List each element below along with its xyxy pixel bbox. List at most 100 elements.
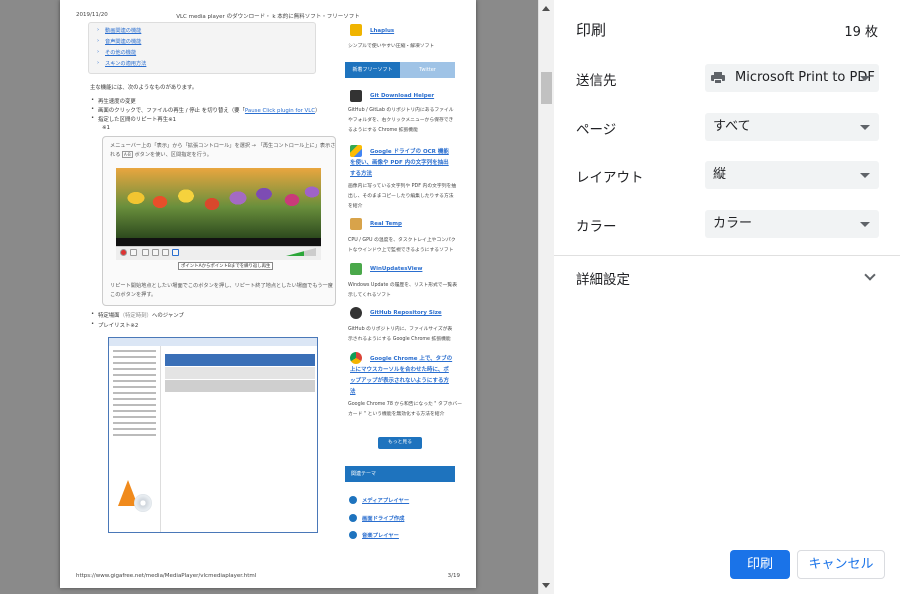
toc-item: その他の機能 <box>97 49 136 56</box>
page-title: 印刷 <box>576 21 607 39</box>
sidebar-desc: 出し、そのままコピーしたり編集したりする方法 <box>348 194 454 199</box>
winupdatesview-icon <box>350 263 362 275</box>
scroll-down-icon[interactable] <box>542 583 550 588</box>
vlc-screenshot-image <box>116 168 321 238</box>
tooltip: ポイントAからポイントBまでを繰り返し再生 <box>178 262 274 270</box>
toc-item: 音声関連の機能 <box>97 38 141 45</box>
sidebar-link: Google Chrome 上で、タブの <box>370 356 453 362</box>
sidebar-link: WinUpdatesView <box>370 266 423 272</box>
advanced-settings-toggle[interactable]: 詳細設定 <box>576 268 630 288</box>
chevron-down-icon[interactable] <box>864 269 876 281</box>
arrow-circle-icon <box>349 531 357 539</box>
chevron-down-icon <box>860 125 870 130</box>
cd-icon <box>134 494 152 512</box>
pages-value: すべて <box>713 119 751 134</box>
toc-item: スキンの適用方法 <box>97 60 146 67</box>
sidebar-desc: Google Chrome 78 から和告になった " タブホバー <box>348 402 463 407</box>
theme-link: メディアプレイヤー <box>362 498 410 504</box>
sidebar-tabs: 新着フリーソフト Twitter <box>345 62 455 78</box>
sidebar-desc: 示されるようにする Google Chrome 拡張機能 <box>348 337 451 342</box>
playlist-titlebar <box>109 338 317 346</box>
sidebar-link: を使い、画像や PDF 内の文字列を抽出 <box>350 160 449 166</box>
pages-select[interactable]: すべて <box>705 113 879 141</box>
more-button: もっと見る <box>378 437 422 449</box>
arrow-circle-icon <box>349 496 357 504</box>
loop-icon <box>142 249 149 256</box>
chrome-icon <box>350 352 362 364</box>
note-text: れる A·B ボタンを使い、区間指定を行う。 <box>110 151 212 158</box>
page-footer-number: 3/19 <box>447 573 460 579</box>
note-text: メニューバー上の「表示」から「拡張コントロール」を選択 → 「再生コントロール上… <box>110 143 336 149</box>
bullet-item: 再生速度の変更 <box>91 97 136 105</box>
arrow-circle-icon <box>349 514 357 522</box>
color-value: カラー <box>713 216 753 231</box>
sidebar-desc: 画像内に写っている文字列や PDF 内の文字列を抽 <box>348 184 457 189</box>
color-label: カラー <box>576 219 617 235</box>
theme-link: 音楽プレイヤー <box>362 533 399 539</box>
destination-select[interactable]: Microsoft Print to PDF <box>705 64 879 92</box>
divider <box>554 255 900 256</box>
page-footer-url: https://www.gigafree.net/media/MediaPlay… <box>76 573 257 579</box>
color-select[interactable]: カラー <box>705 210 879 238</box>
scroll-thumb[interactable] <box>541 72 552 104</box>
printer-icon <box>711 72 725 84</box>
layout-select[interactable]: 縦 <box>705 161 879 189</box>
toc-box: 動画関連の機能 音声関連の機能 その他の機能 スキンの適用方法 <box>88 22 316 74</box>
ab-button-icon <box>172 249 179 256</box>
sheet-count: 19 枚 <box>844 25 878 40</box>
bullet-item: 特定場面（特定時刻）へのジャンプ <box>91 311 184 319</box>
sidebar-link: 上にマウスカーソルを合わせた時に、ポ <box>350 367 449 373</box>
preview-page: 2019/11/20 VLC media player のダウンロード・ k 本… <box>60 0 476 588</box>
vlc-video-bar <box>116 238 321 246</box>
sidebar-desc: 示してくれるソフト <box>348 293 391 298</box>
frame-icon <box>152 249 159 256</box>
realtemp-icon <box>350 218 362 230</box>
bullet-item: プレイリスト※2 <box>91 321 138 329</box>
chevron-down-icon <box>860 173 870 178</box>
sidebar-desc: カード " という機能を無効化する方法を紹介 <box>348 412 445 417</box>
cancel-button[interactable]: キャンセル <box>797 550 885 579</box>
sidebar-link: GitHub Repository Size <box>370 310 442 316</box>
sidebar-desc: GitHub のリポジトリ内に、ファイルサイズが表 <box>348 327 453 332</box>
page-header-title: VLC media player のダウンロード・ k 本的に無料ソフト・フリー… <box>176 14 360 20</box>
sidebar-desc: CPU / GPU の温度を、タスクトレイ上やコンパク <box>348 238 456 243</box>
sidebar-desc: トなウインドウ上で監視できるようにするソフト <box>348 248 454 253</box>
lhaplus-icon <box>350 24 362 36</box>
sidebar-link: する方法 <box>350 171 373 177</box>
github-icon <box>350 307 362 319</box>
plugin-link: Pause Click plugin for VLC <box>244 108 315 114</box>
theme-link: 画面ドライブ作成 <box>362 516 405 522</box>
note-text: リピート開始地点としたい場面でこのボタンを押し、リピート終了地点としたい場面でも… <box>110 283 333 289</box>
snapshot-icon <box>130 249 137 256</box>
tab-new-software: 新着フリーソフト <box>345 62 400 78</box>
sidebar-link: 法 <box>350 389 356 395</box>
bullet-item: 指定した区間のリピート再生※1 <box>91 115 176 123</box>
sidebar-desc: GitHub / GitLab のリポジトリ内にあるファイル <box>348 108 454 113</box>
sidebar-desc: シンプルで使いやすい圧縮・解凍ソフト <box>348 44 435 49</box>
playlist-row <box>165 354 315 366</box>
sidebar-link: Google ドライブの OCR 機能 <box>370 149 449 155</box>
related-themes-header: 関連テーマ <box>345 466 455 482</box>
sidebar-link: Git Download Helper <box>370 93 435 99</box>
destination-value: Microsoft Print to PDF <box>735 70 875 85</box>
sidebar-desc: やフォルダを、右クリックメニューから保存でき <box>348 118 454 123</box>
scroll-up-icon[interactable] <box>542 6 550 11</box>
note-mark: ※1 <box>102 125 110 131</box>
toc-item: 動画関連の機能 <box>97 27 141 34</box>
sidebar-desc: るようにする Chrome 拡張機能 <box>348 128 418 133</box>
google-drive-icon <box>350 145 362 157</box>
print-settings-panel: 印刷 19 枚 送信先 Microsoft Print to PDF ページ す… <box>554 0 900 594</box>
preview-scrollbar[interactable] <box>538 0 554 594</box>
destination-label: 送信先 <box>576 73 617 89</box>
github-icon <box>350 90 362 102</box>
print-button[interactable]: 印刷 <box>730 550 790 579</box>
sidebar-desc: を紹介 <box>348 204 363 209</box>
sidebar-link: ップアップが表示されないようにする方 <box>350 378 449 384</box>
intro-text: 主な機能には、次のようなものがあります。 <box>90 85 198 91</box>
sidebar-desc: Windows Update の履歴を、リスト形式で一覧表 <box>348 283 457 288</box>
sidebar-link: Real Temp <box>370 221 402 227</box>
layout-label: レイアウト <box>576 170 644 186</box>
note-text: このボタンを押す。 <box>110 292 157 298</box>
tab-twitter: Twitter <box>400 62 455 78</box>
chevron-down-icon <box>860 76 870 81</box>
